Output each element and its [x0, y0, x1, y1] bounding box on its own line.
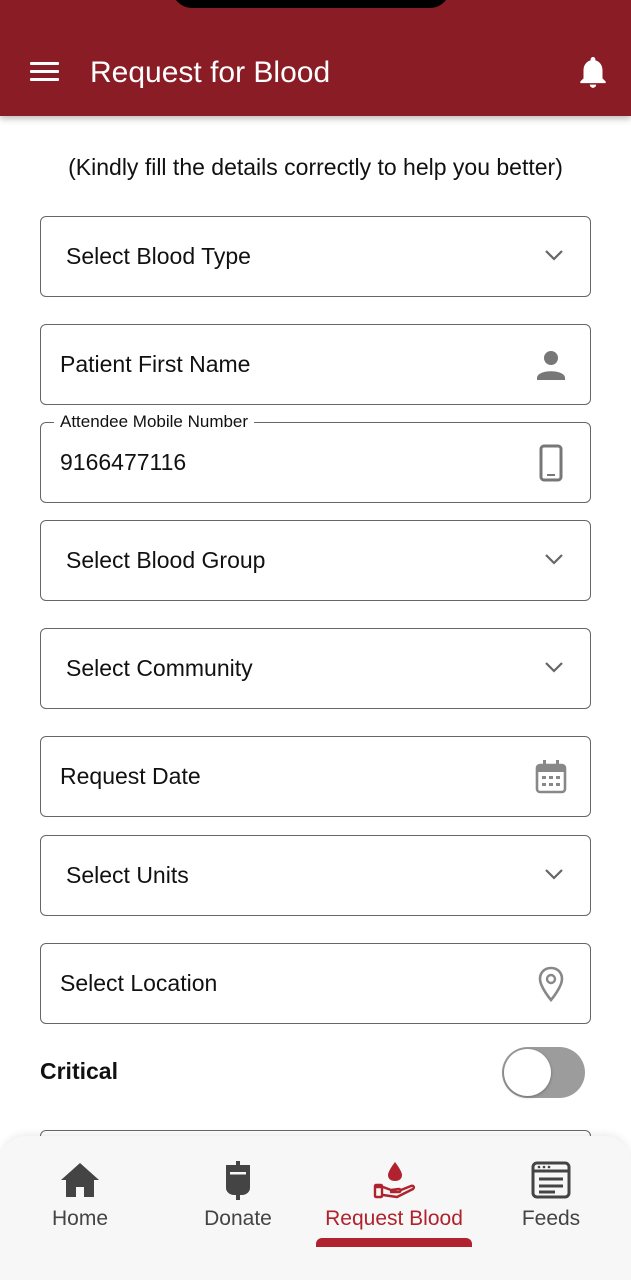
- app-bar: Request for Blood: [0, 0, 631, 116]
- attendee-mobile-field[interactable]: Attendee Mobile Number 9166477116: [40, 411, 591, 503]
- location-pin-icon: [538, 966, 564, 1003]
- units-select[interactable]: Select Units: [40, 835, 591, 916]
- blood-group-placeholder: Select Blood Group: [66, 547, 266, 573]
- location-placeholder: Select Location: [60, 970, 218, 996]
- calendar-icon: [535, 760, 567, 794]
- critical-toggle[interactable]: [502, 1047, 585, 1098]
- blood-type-select[interactable]: Select Blood Type: [40, 216, 591, 297]
- community-placeholder: Select Community: [66, 655, 253, 681]
- hamburger-menu-icon[interactable]: [28, 58, 62, 86]
- chevron-down-icon: [545, 250, 563, 261]
- attendee-mobile-value: 9166477116: [60, 449, 187, 475]
- toggle-knob: [504, 1049, 551, 1096]
- patient-first-name-field[interactable]: Patient First Name: [40, 324, 591, 405]
- critical-label: Critical: [40, 1058, 118, 1084]
- bell-icon[interactable]: [574, 52, 612, 92]
- location-field[interactable]: Select Location: [40, 943, 591, 1024]
- nav-label-feeds: Feeds: [521, 1207, 581, 1230]
- community-select[interactable]: Select Community: [40, 628, 591, 709]
- blood-type-placeholder: Select Blood Type: [66, 243, 251, 269]
- page-title: Request for Blood: [90, 56, 331, 89]
- feeds-icon: [531, 1161, 571, 1199]
- camera-notch: [172, 0, 450, 8]
- request-date-placeholder: Request Date: [60, 763, 201, 789]
- blood-group-select[interactable]: Select Blood Group: [40, 520, 591, 601]
- active-tab-indicator: [316, 1238, 472, 1247]
- person-icon: [537, 351, 565, 380]
- request-date-field[interactable]: Request Date: [40, 736, 591, 817]
- units-placeholder: Select Units: [66, 862, 189, 888]
- chevron-down-icon: [545, 869, 563, 880]
- nav-item-donate[interactable]: Donate: [160, 1136, 315, 1280]
- mobile-phone-icon: [539, 444, 563, 482]
- form-hint: (Kindly fill the details correctly to he…: [68, 154, 563, 180]
- patient-first-name-placeholder: Patient First Name: [60, 351, 251, 377]
- nav-item-feeds[interactable]: Feeds: [473, 1136, 631, 1280]
- nav-item-request-blood[interactable]: Request Blood: [315, 1136, 473, 1280]
- blood-bag-icon: [226, 1161, 250, 1200]
- blood-drop-hand-icon: [373, 1162, 416, 1199]
- chevron-down-icon: [545, 554, 563, 565]
- home-icon: [61, 1163, 99, 1197]
- nav-item-home[interactable]: Home: [0, 1136, 160, 1280]
- chevron-down-icon: [545, 662, 563, 673]
- bottom-navigation: Home Donate Request Blood Feeds: [0, 1136, 631, 1280]
